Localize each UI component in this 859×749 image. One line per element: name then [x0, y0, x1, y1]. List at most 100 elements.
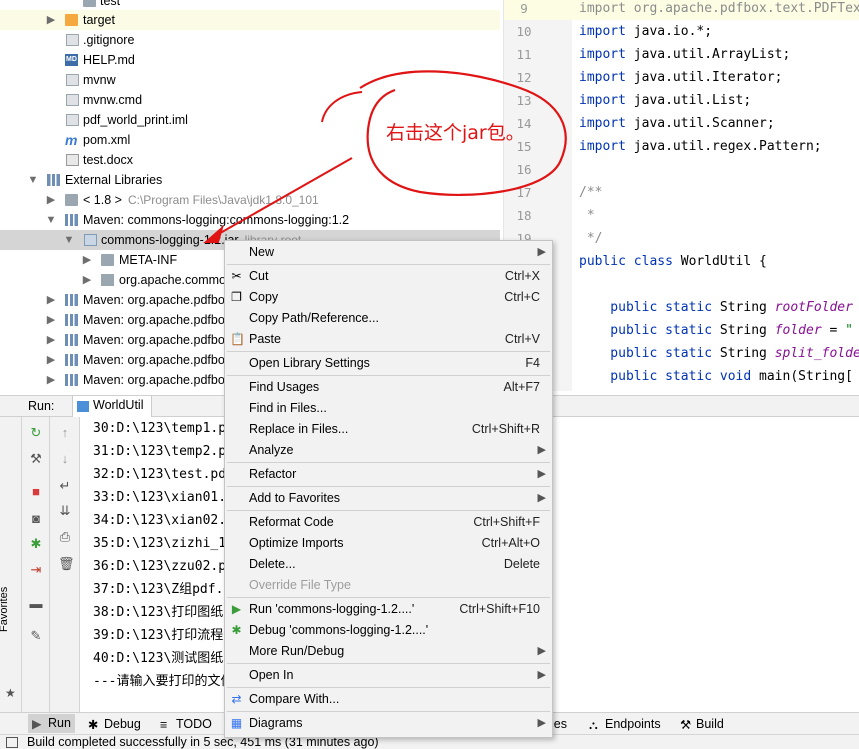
- submenu-arrow-icon: ▶: [537, 645, 546, 657]
- tree-node-help-md[interactable]: MD HELP.md: [0, 50, 500, 70]
- menu-item-new[interactable]: New ▶: [225, 242, 552, 263]
- code-line[interactable]: import org.apache.pdfbox.text.PDFTextStr…: [579, 0, 859, 20]
- context-menu[interactable]: New ▶ ✂ Cut Ctrl+X ❐ Copy Ctrl+C Copy Path/Re…: [224, 240, 553, 738]
- layout-icon[interactable]: ▬: [29, 597, 43, 611]
- expand-arrow-icon[interactable]: ▶: [45, 330, 57, 350]
- code-line[interactable]: public static String rootFolder: [579, 296, 853, 319]
- tab-debug[interactable]: ✱ Debug: [88, 716, 141, 732]
- expand-arrow-icon[interactable]: ▶: [45, 370, 57, 390]
- expand-arrow-icon[interactable]: ▶: [81, 250, 93, 270]
- class-icon: [77, 401, 89, 412]
- menu-item-copy[interactable]: ❐ Copy Ctrl+C: [225, 287, 552, 308]
- tree-node-target[interactable]: ▶ target: [0, 10, 500, 30]
- menu-item-add-to-favorites[interactable]: Add to Favorites ▶: [225, 488, 552, 509]
- code-comment[interactable]: *: [579, 204, 595, 227]
- print-icon[interactable]: ⎙: [58, 530, 72, 544]
- code-line[interactable]: public static String split_folder: [579, 342, 859, 365]
- up-arrow-icon[interactable]: ↑: [58, 426, 72, 440]
- code-line[interactable]: public class WorldUtil {: [579, 250, 767, 273]
- collapse-arrow-icon[interactable]: ▼: [27, 170, 39, 190]
- expand-arrow-icon[interactable]: ▶: [45, 350, 57, 370]
- trash-icon[interactable]: 🗑: [58, 557, 75, 571]
- code-line[interactable]: public static String folder = ": [579, 319, 853, 342]
- code-comment[interactable]: /**: [579, 181, 602, 204]
- menu-item-run[interactable]: ▶ Run 'commons-logging-1.2....' Ctrl+Shift…: [225, 599, 552, 620]
- folder-icon: [65, 14, 78, 26]
- menu-item-find-in-files[interactable]: Find in Files...: [225, 398, 552, 419]
- code-line[interactable]: import java.util.Iterator;: [579, 66, 783, 89]
- camera-icon[interactable]: ◙: [29, 512, 43, 526]
- tree-node-commons-logging-lib[interactable]: ▼ Maven: commons-logging:commons-logging…: [0, 210, 500, 230]
- library-icon: [65, 214, 78, 226]
- debug-bug-icon[interactable]: ✱: [29, 537, 43, 551]
- expand-arrow-icon[interactable]: ▶: [45, 310, 57, 330]
- collapse-arrow-icon[interactable]: ▼: [45, 210, 57, 230]
- collapse-arrow-icon[interactable]: ▼: [63, 230, 75, 250]
- menu-item-find-usages[interactable]: Find Usages Alt+F7: [225, 377, 552, 398]
- expand-arrow-icon[interactable]: ▶: [81, 270, 93, 290]
- menu-item-delete[interactable]: Delete... Delete: [225, 554, 552, 575]
- menu-item-debug[interactable]: ✱ Debug 'commons-logging-1.2....': [225, 620, 552, 641]
- menu-item-analyze[interactable]: Analyze ▶: [225, 440, 552, 461]
- menu-item-cut[interactable]: ✂ Cut Ctrl+X: [225, 266, 552, 287]
- tree-node-gitignore[interactable]: .gitignore: [0, 30, 500, 50]
- code-line[interactable]: import java.io.*;: [579, 20, 712, 43]
- star-icon[interactable]: ★: [5, 686, 16, 700]
- code-line[interactable]: import java.util.Scanner;: [579, 112, 775, 135]
- tab-build[interactable]: ⚒ Build: [680, 716, 724, 732]
- code-line[interactable]: import java.util.ArrayList;: [579, 43, 790, 66]
- menu-item-more-run-debug[interactable]: More Run/Debug ▶: [225, 641, 552, 662]
- tree-node-external-libraries[interactable]: ▼ External Libraries: [0, 170, 500, 190]
- line-number: 12: [516, 70, 532, 85]
- favorites-tab[interactable]: Favorites: [0, 587, 10, 632]
- run-label: Run:: [28, 399, 55, 413]
- submenu-arrow-icon: ▶: [537, 246, 546, 258]
- code-line[interactable]: import java.util.regex.Pattern;: [579, 135, 822, 158]
- window-icon[interactable]: [6, 737, 18, 748]
- menu-item-reformat-code[interactable]: Reformat Code Ctrl+Shift+F: [225, 512, 552, 533]
- menu-item-open-in[interactable]: Open In ▶: [225, 665, 552, 686]
- annotation-text: 右击这个jar包。: [386, 122, 525, 144]
- rerun-icon[interactable]: ↻: [29, 426, 43, 440]
- code-comment[interactable]: */: [579, 227, 603, 250]
- menu-item-replace-in-files[interactable]: Replace in Files... Ctrl+Shift+R: [225, 419, 552, 440]
- code-line[interactable]: import java.util.List;: [579, 89, 751, 112]
- copy-icon: ❐: [231, 290, 242, 304]
- login-icon[interactable]: ⇥: [29, 563, 43, 577]
- tree-node-jdk[interactable]: ▶ < 1.8 > C:\Program Files\Java\jdk1.8.0_…: [0, 190, 500, 210]
- endpoints-icon: ⛬: [589, 718, 598, 732]
- code-editor[interactable]: 9 import org.apache.pdfbox.text.PDFTextSt…: [503, 0, 859, 391]
- submenu-arrow-icon: ▶: [537, 444, 546, 456]
- library-icon: [65, 334, 78, 346]
- stop-icon[interactable]: ■: [29, 485, 43, 499]
- pin-icon[interactable]: ✎: [29, 629, 43, 643]
- expand-arrow-icon[interactable]: ▶: [45, 190, 57, 210]
- console-line: 31:D:\123\temp2.pdf: [93, 444, 242, 459]
- jar-icon: [84, 234, 97, 246]
- scroll-to-end-icon[interactable]: ⇊: [58, 504, 72, 518]
- run-tab-worldutil[interactable]: WorldUtil: [72, 396, 153, 417]
- expand-arrow-icon[interactable]: ▶: [45, 290, 57, 310]
- tab-endpoints[interactable]: ⛬ Endpoints: [589, 716, 661, 732]
- wrench-icon[interactable]: ⚒: [29, 452, 43, 466]
- menu-item-optimize-imports[interactable]: Optimize Imports Ctrl+Alt+O: [225, 533, 552, 554]
- soft-wrap-icon[interactable]: ↵: [58, 479, 72, 493]
- menu-item-open-library-settings[interactable]: Open Library Settings F4: [225, 353, 552, 374]
- down-arrow-icon[interactable]: ↓: [58, 452, 72, 466]
- diagram-icon: ▦: [230, 716, 243, 730]
- menu-item-compare-with[interactable]: ⇄ Compare With...: [225, 689, 552, 710]
- menu-item-copy-path[interactable]: Copy Path/Reference...: [225, 308, 552, 329]
- line-number: 13: [516, 93, 532, 108]
- menu-item-diagrams[interactable]: ▦ Diagrams ▶: [225, 713, 552, 734]
- tree-node-test-docx[interactable]: test.docx: [0, 150, 500, 170]
- menu-item-refactor[interactable]: Refactor ▶: [225, 464, 552, 485]
- expand-arrow-icon[interactable]: ▶: [45, 10, 57, 30]
- menu-item-paste[interactable]: 📋 Paste Ctrl+V: [225, 329, 552, 350]
- tree-node-mvnw[interactable]: mvnw: [0, 70, 500, 90]
- tab-todo[interactable]: ≡ TODO: [160, 716, 212, 732]
- tab-run[interactable]: ▶ Run: [28, 714, 75, 733]
- debug-icon: ✱: [88, 718, 99, 732]
- code-line[interactable]: public static void main(String[: [579, 365, 853, 388]
- tab-dependencies[interactable]: ies: [551, 716, 567, 732]
- tree-node-mvnw-cmd[interactable]: mvnw.cmd: [0, 90, 500, 110]
